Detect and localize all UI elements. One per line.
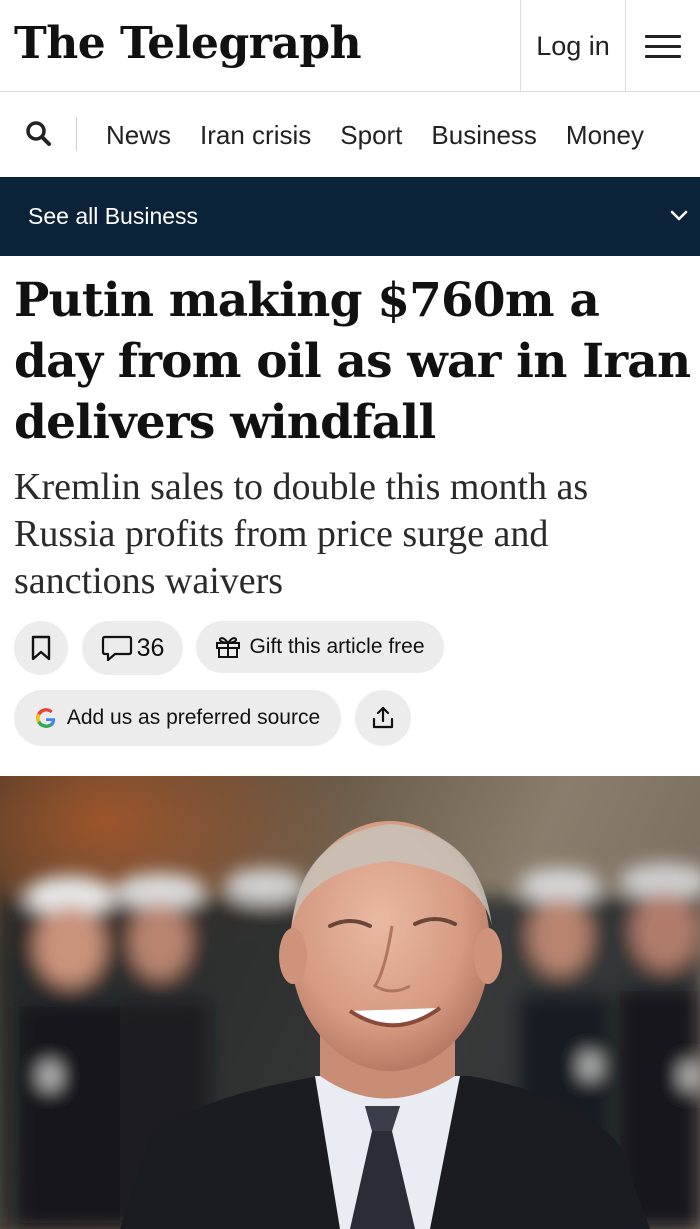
gift-article-button[interactable]: Gift this article free xyxy=(196,621,444,673)
article-hero-image[interactable] xyxy=(0,776,700,1229)
nav-scroll-fade xyxy=(640,93,700,177)
section-dropdown-label: See all Business xyxy=(28,203,199,229)
comment-icon xyxy=(101,635,132,662)
preferred-source-button[interactable]: Add us as preferred source xyxy=(14,690,341,746)
nav-items: News Iran crisis Sport Business Money xyxy=(106,93,673,177)
nav-item-iran-crisis[interactable]: Iran crisis xyxy=(200,120,311,151)
nav-item-news[interactable]: News xyxy=(106,120,171,151)
site-header: The Telegraph Log in xyxy=(0,0,700,92)
bookmark-button[interactable] xyxy=(14,621,68,675)
share-icon xyxy=(372,706,394,729)
login-button[interactable]: Log in xyxy=(520,0,626,92)
article-standfirst: Kremlin sales to double this month as Ru… xyxy=(14,466,589,602)
share-button[interactable] xyxy=(355,690,411,746)
gift-icon xyxy=(216,637,241,658)
bookmark-icon xyxy=(31,635,51,661)
search-icon[interactable] xyxy=(24,119,54,149)
nav-divider xyxy=(76,117,77,151)
hamburger-menu-icon xyxy=(645,33,681,59)
menu-button[interactable] xyxy=(626,0,700,92)
article-headline: Putin making $760m a day from oil as war… xyxy=(14,273,691,450)
comments-button[interactable]: 36 xyxy=(82,621,183,675)
comment-count: 36 xyxy=(136,633,165,662)
nav-item-sport[interactable]: Sport xyxy=(340,120,402,151)
chevron-down-icon xyxy=(670,210,688,221)
google-g-icon xyxy=(35,708,56,728)
gift-article-label: Gift this article free xyxy=(249,635,425,658)
primary-nav: News Iran crisis Sport Business Money xyxy=(0,93,700,177)
section-dropdown[interactable]: See all Business xyxy=(0,177,700,256)
nav-item-money[interactable]: Money xyxy=(566,120,644,151)
masthead-logo[interactable]: The Telegraph xyxy=(14,14,362,74)
nav-item-business[interactable]: Business xyxy=(431,120,537,151)
preferred-source-label: Add us as preferred source xyxy=(66,706,321,729)
